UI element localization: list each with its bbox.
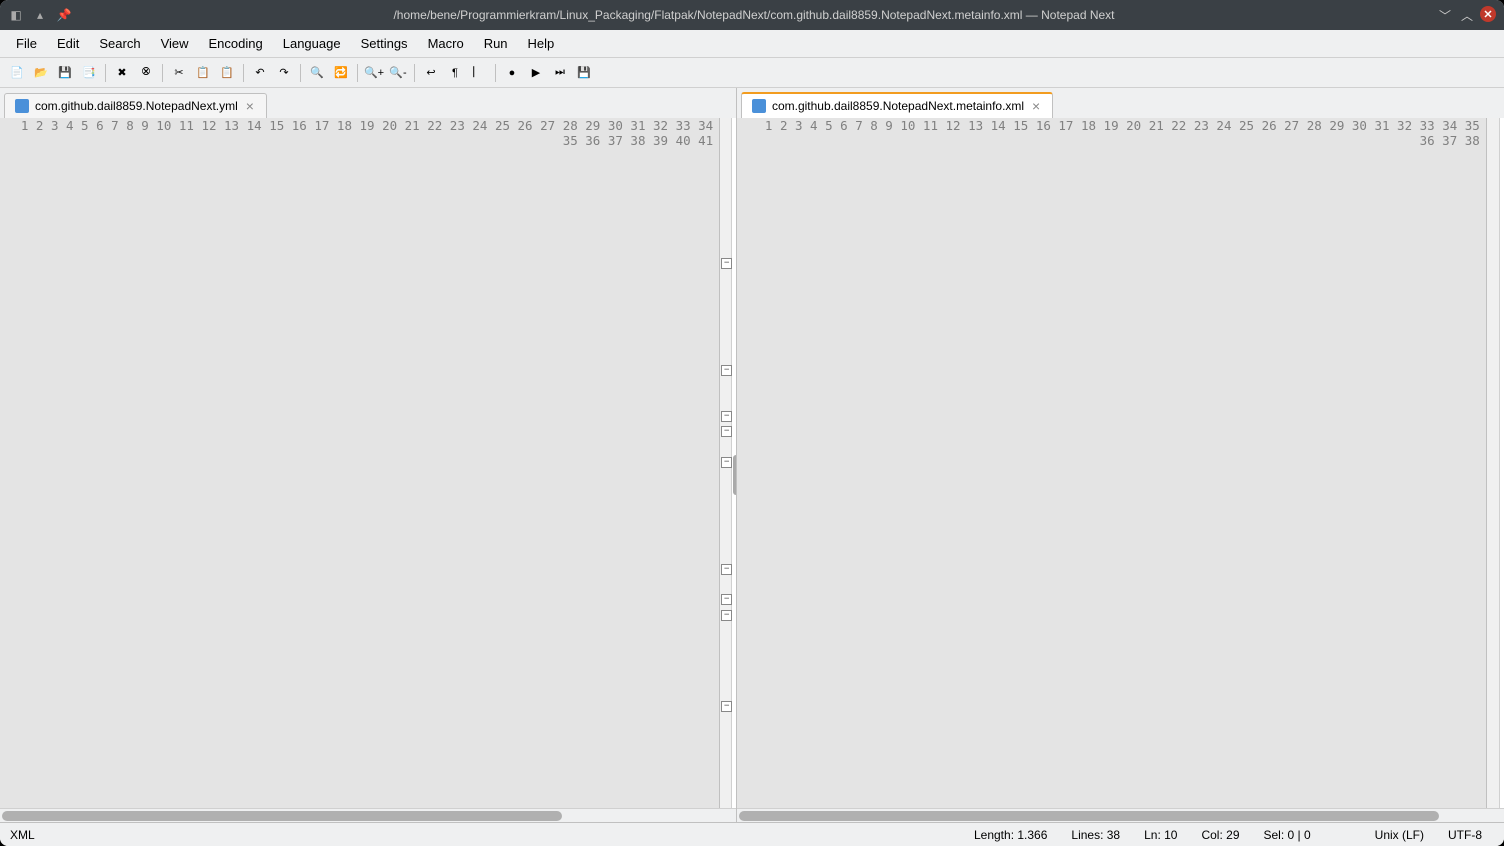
copy-icon[interactable]: 📋 bbox=[192, 62, 214, 84]
left-tabbar: com.github.dail8859.NotepadNext.yml × bbox=[0, 88, 736, 118]
status-col: Col: 29 bbox=[1189, 828, 1251, 842]
menu-language[interactable]: Language bbox=[273, 32, 351, 55]
line-gutter: 1 2 3 4 5 6 7 8 9 10 11 12 13 14 15 16 1… bbox=[0, 118, 720, 808]
h-scrollbar[interactable] bbox=[0, 808, 736, 822]
status-length: Length: 1.366 bbox=[962, 828, 1059, 842]
replace-icon[interactable]: 🔁 bbox=[330, 62, 352, 84]
fold-toggle[interactable]: − bbox=[721, 457, 732, 468]
toolbar: 📄📂💾📑✖⮿✂📋📋↶↷🔍🔁🔍+🔍-↩¶⎸●▶⏭💾 bbox=[0, 58, 1504, 88]
run-macro-icon[interactable]: ⏭ bbox=[549, 62, 571, 84]
editor-area: com.github.dail8859.NotepadNext.yml × 1 … bbox=[0, 88, 1504, 822]
find-icon[interactable]: 🔍 bbox=[306, 62, 328, 84]
tab-close-icon[interactable]: × bbox=[244, 100, 256, 112]
menu-file[interactable]: File bbox=[6, 32, 47, 55]
left-tab[interactable]: com.github.dail8859.NotepadNext.yml × bbox=[4, 93, 267, 118]
close-button[interactable] bbox=[1480, 6, 1496, 22]
undo-icon[interactable]: ↶ bbox=[249, 62, 271, 84]
menubar: FileEditSearchViewEncodingLanguageSettin… bbox=[0, 30, 1504, 58]
new-file-icon[interactable]: 📄 bbox=[6, 62, 28, 84]
fold-gutter[interactable] bbox=[1487, 118, 1500, 808]
right-editor[interactable]: 1 2 3 4 5 6 7 8 9 10 11 12 13 14 15 16 1… bbox=[737, 118, 1504, 808]
maximize-button[interactable]: ︿ bbox=[1458, 6, 1476, 24]
menu-encoding[interactable]: Encoding bbox=[199, 32, 273, 55]
redo-icon[interactable]: ↷ bbox=[273, 62, 295, 84]
cut-icon[interactable]: ✂ bbox=[168, 62, 190, 84]
fold-gutter[interactable]: − − − − − − − − − bbox=[720, 118, 732, 808]
file-icon bbox=[752, 99, 766, 113]
fold-toggle[interactable]: − bbox=[721, 564, 732, 575]
menu-settings[interactable]: Settings bbox=[351, 32, 418, 55]
right-tabbar: com.github.dail8859.NotepadNext.metainfo… bbox=[737, 88, 1504, 118]
fold-toggle[interactable]: − bbox=[721, 594, 732, 605]
app-menu-icon[interactable]: ◧ bbox=[8, 7, 24, 23]
wordwrap-icon[interactable]: ↩ bbox=[420, 62, 442, 84]
menu-search[interactable]: Search bbox=[89, 32, 150, 55]
open-file-icon[interactable]: 📂 bbox=[30, 62, 52, 84]
statusbar: XML Length: 1.366 Lines: 38 Ln: 10 Col: … bbox=[0, 822, 1504, 846]
minimize-button[interactable]: ﹀ bbox=[1436, 6, 1454, 24]
status-eol: Unix (LF) bbox=[1363, 828, 1436, 842]
status-encoding: UTF-8 bbox=[1436, 828, 1494, 842]
save-macro-icon[interactable]: 💾 bbox=[573, 62, 595, 84]
app-window: ◧ ▴ 📌 /home/bene/Programmierkram/Linux_P… bbox=[0, 0, 1504, 846]
whitespace-icon[interactable]: ¶ bbox=[444, 62, 466, 84]
fold-toggle[interactable]: − bbox=[721, 701, 732, 712]
status-lines: Lines: 38 bbox=[1059, 828, 1132, 842]
pin-icon[interactable]: 📌 bbox=[56, 7, 72, 23]
play-macro-icon[interactable]: ▶ bbox=[525, 62, 547, 84]
titlebar: ◧ ▴ 📌 /home/bene/Programmierkram/Linux_P… bbox=[0, 0, 1504, 30]
tab-label: com.github.dail8859.NotepadNext.metainfo… bbox=[772, 99, 1024, 113]
close-icon[interactable]: ✖ bbox=[111, 62, 133, 84]
fold-toggle[interactable]: − bbox=[721, 610, 732, 621]
close-all-icon[interactable]: ⮿ bbox=[135, 62, 157, 84]
fold-toggle[interactable]: − bbox=[721, 426, 732, 437]
indent-guide-icon[interactable]: ⎸ bbox=[468, 62, 490, 84]
left-pane: com.github.dail8859.NotepadNext.yml × 1 … bbox=[0, 88, 737, 822]
menu-macro[interactable]: Macro bbox=[418, 32, 474, 55]
menu-run[interactable]: Run bbox=[474, 32, 518, 55]
paste-icon[interactable]: 📋 bbox=[216, 62, 238, 84]
fold-toggle[interactable]: − bbox=[721, 411, 732, 422]
right-tab[interactable]: com.github.dail8859.NotepadNext.metainfo… bbox=[741, 92, 1053, 118]
zoom-out-icon[interactable]: 🔍- bbox=[387, 62, 409, 84]
h-scrollbar[interactable] bbox=[737, 808, 1504, 822]
code-area[interactable]: <?xml version="1.0" encoding="UTF-8"?><!… bbox=[1500, 118, 1504, 808]
tab-close-icon[interactable]: × bbox=[1030, 100, 1042, 112]
tab-label: com.github.dail8859.NotepadNext.yml bbox=[35, 99, 238, 113]
line-gutter: 1 2 3 4 5 6 7 8 9 10 11 12 13 14 15 16 1… bbox=[737, 118, 1487, 808]
status-line: Ln: 10 bbox=[1132, 828, 1189, 842]
status-sel: Sel: 0 | 0 bbox=[1252, 828, 1323, 842]
status-lang: XML bbox=[10, 828, 962, 842]
window-title: /home/bene/Programmierkram/Linux_Packagi… bbox=[72, 8, 1436, 22]
zoom-in-icon[interactable]: 🔍+ bbox=[363, 62, 385, 84]
menu-edit[interactable]: Edit bbox=[47, 32, 89, 55]
fold-toggle[interactable]: − bbox=[721, 258, 732, 269]
menu-view[interactable]: View bbox=[151, 32, 199, 55]
save-icon[interactable]: 💾 bbox=[54, 62, 76, 84]
right-pane: com.github.dail8859.NotepadNext.metainfo… bbox=[737, 88, 1504, 822]
file-icon bbox=[15, 99, 29, 113]
copy-file-icon[interactable]: 📑 bbox=[78, 62, 100, 84]
left-editor[interactable]: 1 2 3 4 5 6 7 8 9 10 11 12 13 14 15 16 1… bbox=[0, 118, 736, 808]
record-macro-icon[interactable]: ● bbox=[501, 62, 523, 84]
fold-toggle[interactable]: − bbox=[721, 365, 732, 376]
keep-above-icon[interactable]: ▴ bbox=[32, 7, 48, 23]
menu-help[interactable]: Help bbox=[518, 32, 565, 55]
